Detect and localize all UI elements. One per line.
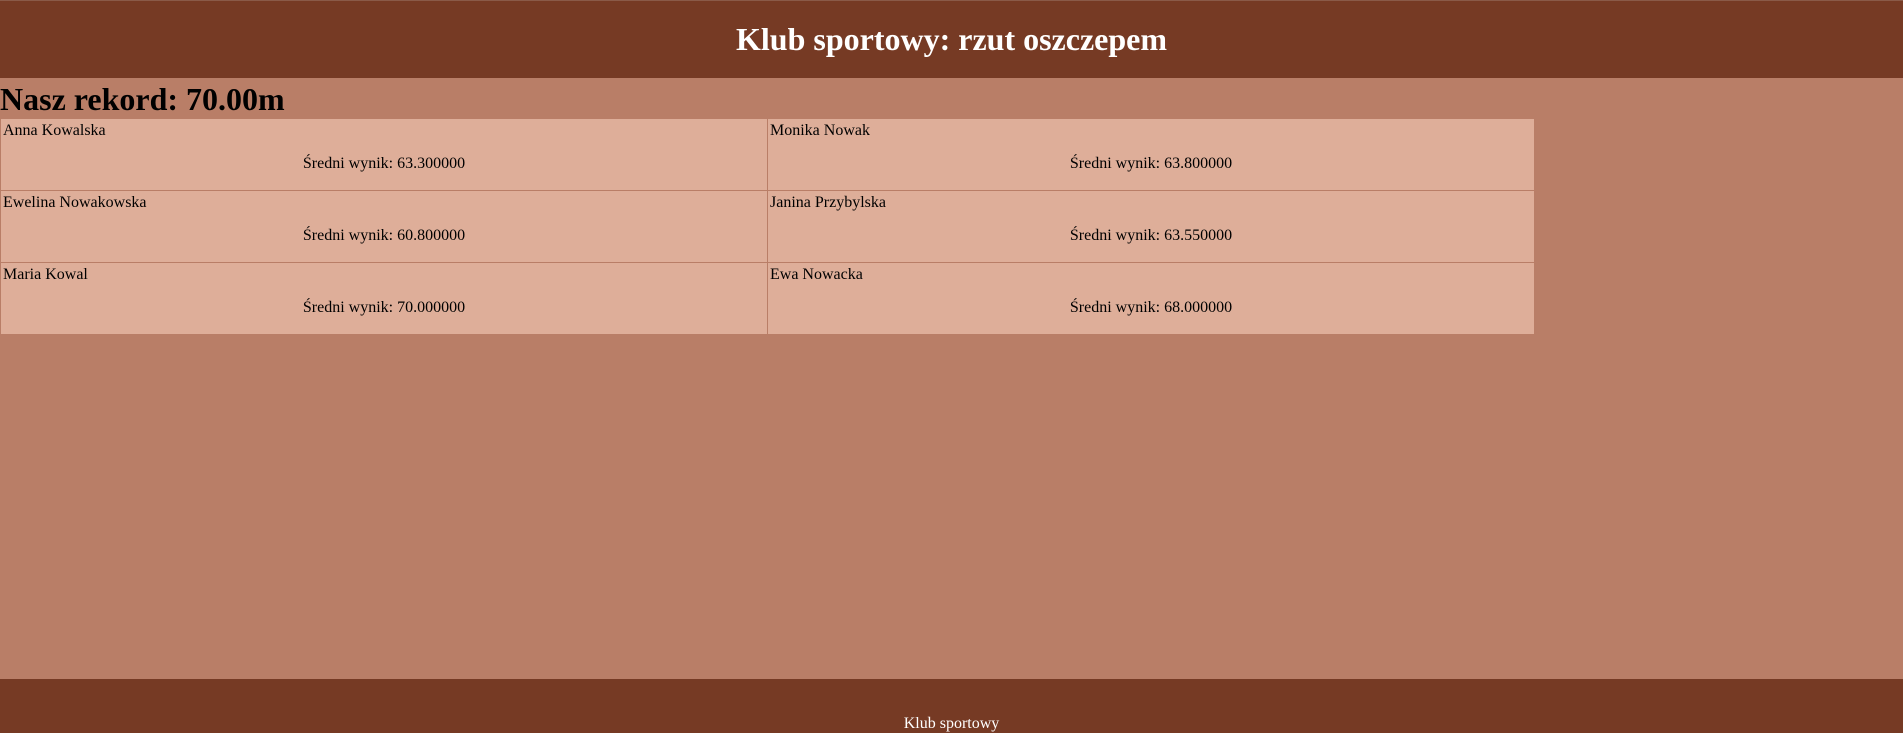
athlete-name: Ewa Nowacka [770,266,863,283]
athlete-cell: Ewelina Nowakowska Średni wynik: 60.8000… [0,190,768,263]
footer-text: Klub sportowy [903,715,1000,732]
athlete-name: Monika Nowak [770,122,870,139]
athlete-score: Średni wynik: 63.800000 [1069,155,1233,172]
athlete-score: Średni wynik: 70.000000 [302,299,466,316]
athlete-cell: Anna Kowalska Średni wynik: 63.300000 [0,118,768,191]
athlete-score: Średni wynik: 63.550000 [1069,227,1233,244]
table-row: Anna Kowalska Średni wynik: 63.300000 Mo… [0,118,1535,191]
athlete-score: Średni wynik: 68.000000 [1069,299,1233,316]
page-header: Klub sportowy: rzut oszczepem [0,0,1903,78]
athlete-cell: Janina Przybylska Średni wynik: 63.55000… [767,190,1535,263]
athlete-cell: Monika Nowak Średni wynik: 63.800000 [767,118,1535,191]
athlete-cell: Ewa Nowacka Średni wynik: 68.000000 [767,262,1535,335]
athlete-name: Ewelina Nowakowska [3,194,147,211]
athlete-score: Średni wynik: 63.300000 [302,155,466,172]
athletes-table: Anna Kowalska Średni wynik: 63.300000 Mo… [0,118,1535,335]
page-footer: Klub sportowy [0,679,1903,733]
page-title: Klub sportowy: rzut oszczepem [735,21,1168,57]
record-heading: Nasz rekord: 70.00m [0,81,285,117]
athlete-name: Anna Kowalska [3,122,106,139]
table-row: Maria Kowal Średni wynik: 70.000000 Ewa … [0,262,1535,335]
athlete-score: Średni wynik: 60.800000 [302,227,466,244]
athlete-name: Janina Przybylska [770,194,886,211]
athlete-name: Maria Kowal [3,266,88,283]
table-row: Ewelina Nowakowska Średni wynik: 60.8000… [0,190,1535,263]
athlete-cell: Maria Kowal Średni wynik: 70.000000 [0,262,768,335]
